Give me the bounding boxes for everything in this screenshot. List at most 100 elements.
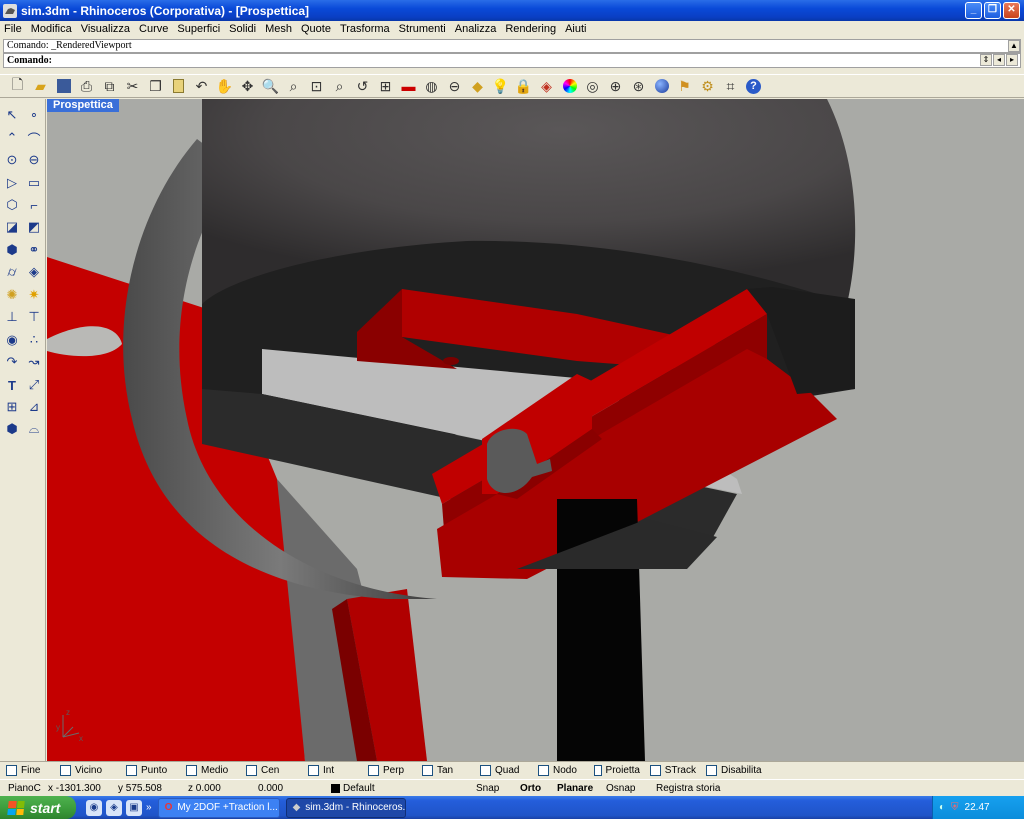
osnap-quad[interactable]: Quad — [480, 765, 528, 776]
quicklaunch-chevron-icon[interactable]: » — [146, 802, 152, 813]
menu-trasforma[interactable]: Trasforma — [336, 23, 395, 35]
globe-icon[interactable]: ◎ — [581, 75, 604, 97]
layers-icon[interactable]: ◆ — [466, 75, 489, 97]
browser-icon[interactable]: ◉ — [86, 799, 102, 816]
analyze-icon[interactable]: ⌓ — [24, 419, 44, 439]
light-icon[interactable]: 💡 — [489, 75, 512, 97]
render-sphere-icon[interactable]: ⊛ — [627, 75, 650, 97]
join-icon[interactable]: ∴ — [24, 330, 44, 350]
perspective-viewport[interactable]: Prospettica z y x — [47, 99, 1024, 761]
clock[interactable]: 22.47 — [965, 802, 990, 813]
undo-icon[interactable]: ↶ — [190, 75, 213, 97]
split-icon[interactable]: ⊤ — [24, 307, 44, 327]
menu-visualizza[interactable]: Visualizza — [77, 23, 135, 35]
zoom-selected-icon[interactable]: ⌕ — [328, 75, 351, 97]
boolean-icon[interactable]: ⚭ — [24, 240, 44, 260]
osnap-cen[interactable]: Cen — [246, 765, 298, 776]
taskbar-item-opera[interactable]: O My 2DOF +Traction l... — [157, 797, 280, 818]
trim-icon[interactable]: ⊥ — [2, 307, 22, 327]
planar-toggle[interactable]: Planare — [557, 783, 593, 794]
history-scroll-icon[interactable]: ▲ — [1008, 40, 1020, 52]
history-toggle[interactable]: Registra storia — [656, 783, 720, 794]
osnap-vicino[interactable]: Vicino — [60, 765, 116, 776]
rectangle-icon[interactable]: ▭ — [24, 173, 44, 193]
viewport-title-tab[interactable]: Prospettica — [47, 99, 119, 112]
fillet-curve-icon[interactable]: ⌐ — [24, 195, 44, 215]
menu-solidi[interactable]: Solidi — [225, 23, 261, 35]
solid-tools-icon[interactable]: ⬢ — [2, 419, 22, 439]
curve-icon[interactable]: ⌒ — [24, 128, 44, 148]
array-icon[interactable]: ⊞ — [2, 397, 22, 417]
circle-icon[interactable]: ⊙ — [2, 150, 22, 170]
snap-toggle[interactable]: Snap — [476, 783, 499, 794]
new-file-icon[interactable]: 🗋 — [6, 75, 29, 97]
lock-icon[interactable]: 🔒 — [512, 75, 535, 97]
cylinder-icon[interactable]: ⌭ — [2, 262, 22, 282]
menu-superfici[interactable]: Superfici — [173, 23, 225, 35]
menu-quote[interactable]: Quote — [297, 23, 336, 35]
menu-file[interactable]: File — [0, 23, 27, 35]
command-input[interactable]: Comando: — [3, 53, 1021, 68]
material-icon[interactable]: ◈ — [535, 75, 558, 97]
menu-modifica[interactable]: Modifica — [27, 23, 77, 35]
desktop-icon[interactable]: ▣ — [126, 799, 142, 816]
osnap-fine[interactable]: Fine — [6, 765, 50, 776]
arc-icon[interactable]: ▷ — [2, 173, 22, 193]
rotate-view-icon[interactable]: ✥ — [236, 75, 259, 97]
plugin-icon[interactable]: ⚑ — [673, 75, 696, 97]
settings-gear-icon[interactable]: ⚙ — [696, 75, 719, 97]
car-render-icon[interactable]: ▬ — [397, 75, 420, 97]
extrude-curve-icon[interactable]: ◩ — [24, 217, 44, 237]
help-icon[interactable]: ? — [742, 75, 765, 97]
osnap-proietta[interactable]: Proietta — [594, 765, 640, 776]
point-icon[interactable]: ∘ — [24, 105, 44, 125]
osnap-strack[interactable]: STrack — [650, 765, 696, 776]
rotate-icon[interactable]: ↷ — [2, 352, 22, 372]
paste-icon[interactable] — [167, 75, 190, 97]
ortho-toggle[interactable]: Orto — [520, 783, 541, 794]
color-wheel-icon[interactable] — [558, 75, 581, 97]
rendered-icon[interactable]: ⊖ — [443, 75, 466, 97]
close-button[interactable]: ✕ — [1003, 2, 1020, 19]
osnap-tan[interactable]: Tan — [422, 765, 470, 776]
command-history[interactable]: Comando: _RenderedViewport — [3, 39, 1021, 53]
print-icon[interactable]: ⎙ — [75, 75, 98, 97]
dimension-icon[interactable]: ⊿ — [24, 397, 44, 417]
group-icon[interactable]: ◉ — [2, 330, 22, 350]
transform-gear-icon[interactable]: ✺ — [2, 285, 22, 305]
shaded-icon[interactable]: ◍ — [420, 75, 443, 97]
status-layer[interactable]: Default — [343, 783, 375, 794]
options-icon[interactable] — [650, 75, 673, 97]
move-icon[interactable]: ↝ — [24, 352, 44, 372]
taskbar-item-rhino[interactable]: ◆ sim.3dm - Rhinoceros... — [285, 797, 406, 818]
zoom-window-icon[interactable]: 🔍 — [259, 75, 282, 97]
osnap-perp[interactable]: Perp — [368, 765, 412, 776]
cut-icon[interactable]: ✂ — [121, 75, 144, 97]
pan-icon[interactable]: ✋ — [213, 75, 236, 97]
polygon-icon[interactable]: ⬡ — [2, 195, 22, 215]
text-icon[interactable]: T — [2, 375, 22, 395]
select-arrow-icon[interactable]: ↖ — [2, 105, 22, 125]
menu-curve[interactable]: Curve — [135, 23, 173, 35]
rhino-app-icon[interactable] — [3, 3, 17, 18]
command-left-icon[interactable]: ◂ — [993, 54, 1005, 66]
minimize-button[interactable]: _ — [965, 2, 982, 19]
osnap-medio[interactable]: Medio — [186, 765, 236, 776]
menu-strumenti[interactable]: Strumenti — [395, 23, 451, 35]
import-icon[interactable]: ⧉ — [98, 75, 121, 97]
ellipse-icon[interactable]: ⊖ — [24, 150, 44, 170]
menu-analizza[interactable]: Analizza — [451, 23, 502, 35]
save-icon[interactable] — [52, 75, 75, 97]
osnap-toggle[interactable]: Osnap — [606, 783, 635, 794]
osnap-int[interactable]: Int — [308, 765, 358, 776]
osnap-punto[interactable]: Punto — [126, 765, 176, 776]
security-icon[interactable]: ⛨ — [951, 802, 959, 813]
surface-icon[interactable]: ◪ — [2, 217, 22, 237]
undo-view-icon[interactable]: ↺ — [351, 75, 374, 97]
mesh-icon[interactable]: ◈ — [24, 262, 44, 282]
copy-icon[interactable]: ❐ — [144, 75, 167, 97]
network-icon[interactable]: ◐ — [939, 802, 945, 813]
zoom-dynamic-icon[interactable]: ⌕ — [282, 75, 305, 97]
menu-aiuti[interactable]: Aiuti — [561, 23, 591, 35]
osnap-disabilita[interactable]: Disabilita — [706, 765, 764, 776]
